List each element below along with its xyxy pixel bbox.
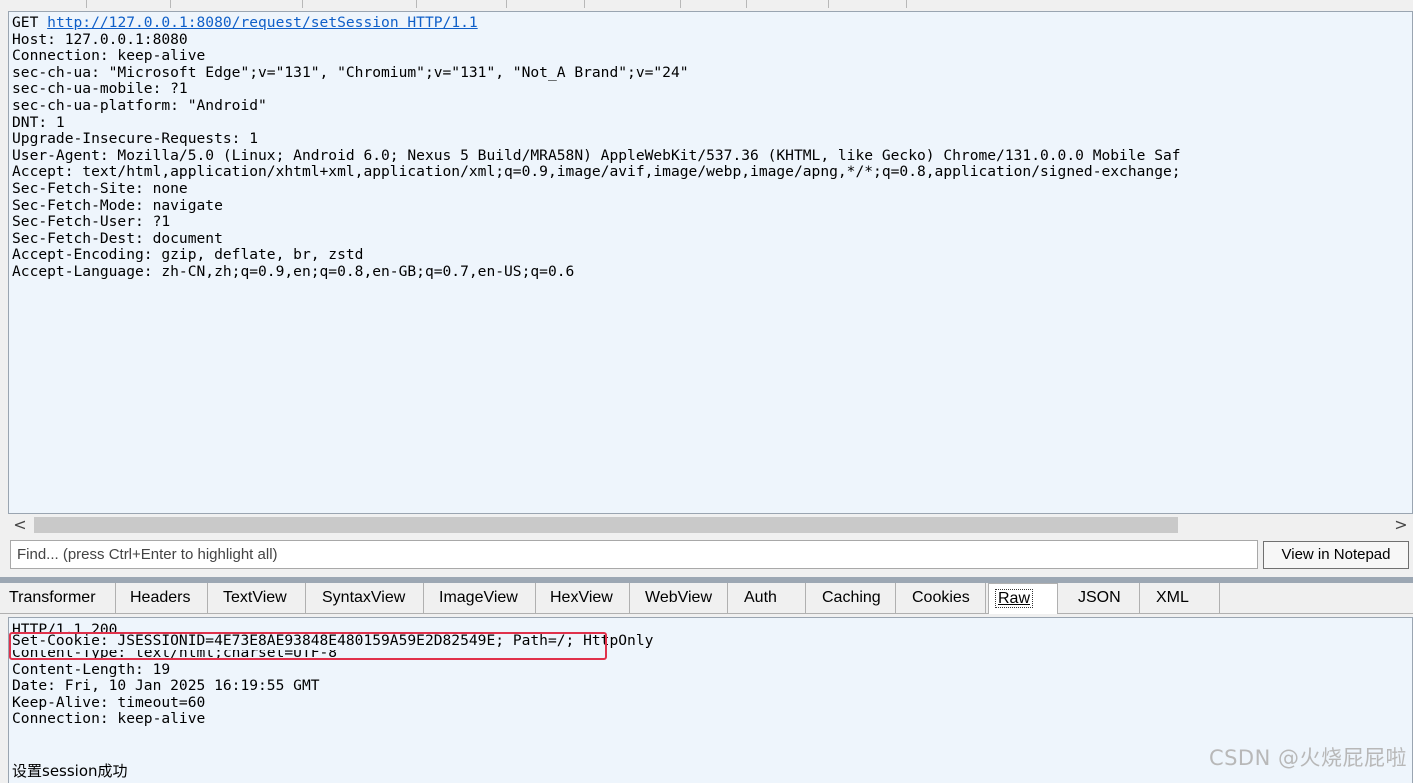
horizontal-scrollbar[interactable]: < > <box>8 514 1413 536</box>
top-tab-divider <box>170 0 171 8</box>
response-tab-bar: Transformer Headers TextView SyntaxView … <box>0 583 1413 614</box>
request-header-line: Sec-Fetch-Mode: navigate <box>12 196 223 214</box>
top-tab-divider <box>906 0 907 8</box>
request-header-line: Sec-Fetch-Site: none <box>12 179 188 197</box>
request-method: GET <box>12 14 39 31</box>
request-header-line: Accept-Encoding: gzip, deflate, br, zstd <box>12 246 364 264</box>
tab-imageview[interactable]: ImageView <box>424 583 536 613</box>
tab-cookies[interactable]: Cookies <box>896 583 986 613</box>
request-raw-pane[interactable]: GET http://127.0.0.1:8080/request/setSes… <box>8 11 1413 514</box>
top-tab-divider <box>302 0 303 8</box>
request-header-line: sec-ch-ua-mobile: ?1 <box>12 80 188 98</box>
request-header-line: Host: 127.0.0.1:8080 <box>12 30 188 48</box>
top-tab-divider <box>828 0 829 8</box>
tab-caching[interactable]: Caching <box>806 583 896 613</box>
tab-raw[interactable]: Raw <box>988 583 1058 614</box>
top-tab-divider <box>86 0 87 8</box>
tab-json[interactable]: JSON <box>1062 583 1140 613</box>
tab-webview[interactable]: WebView <box>630 583 728 613</box>
response-header-line: Content-Length: 19 <box>12 660 171 678</box>
request-header-line: Upgrade-Insecure-Requests: 1 <box>12 130 259 148</box>
scroll-thumb[interactable] <box>34 517 1178 533</box>
request-header-line: Accept-Language: zh-CN,zh;q=0.9,en;q=0.8… <box>12 262 575 280</box>
find-input[interactable] <box>10 540 1258 569</box>
top-tab-divider <box>680 0 681 8</box>
request-header-line: DNT: 1 <box>12 113 65 131</box>
tab-auth[interactable]: Auth <box>728 583 806 613</box>
top-tab-divider <box>746 0 747 8</box>
watermark: CSDN @火烧屁屁啦 <box>1208 746 1407 770</box>
request-header-line: Connection: keep-alive <box>12 47 206 65</box>
top-tab-divider <box>584 0 585 8</box>
scroll-right-arrow-icon[interactable]: > <box>1391 516 1411 534</box>
tab-xml[interactable]: XML <box>1140 583 1220 613</box>
view-in-notepad-button[interactable]: View in Notepad <box>1263 541 1409 569</box>
top-tab-divider <box>416 0 417 8</box>
response-body-text: 设置session成功 <box>12 762 128 780</box>
request-header-line: sec-ch-ua-platform: "Android" <box>12 96 267 114</box>
top-tab-strip <box>0 0 1413 10</box>
tab-hexview[interactable]: HexView <box>536 583 630 613</box>
request-header-line: Sec-Fetch-Dest: document <box>12 229 223 247</box>
request-headers: Host: 127.0.0.1:8080 Connection: keep-al… <box>12 31 1181 280</box>
request-raw-text[interactable]: GET http://127.0.0.1:8080/request/setSes… <box>9 12 1412 281</box>
top-tab-divider <box>506 0 507 8</box>
request-header-line: sec-ch-ua: "Microsoft Edge";v="131", "Ch… <box>12 63 689 81</box>
request-url-link[interactable]: http://127.0.0.1:8080/request/setSession… <box>47 14 478 31</box>
tab-syntaxview[interactable]: SyntaxView <box>306 583 424 613</box>
request-header-line: Sec-Fetch-User: ?1 <box>12 213 171 231</box>
request-header-line: User-Agent: Mozilla/5.0 (Linux; Android … <box>12 146 1181 164</box>
response-header-line: Connection: keep-alive <box>12 710 206 728</box>
tab-textview[interactable]: TextView <box>208 583 306 613</box>
tab-transformer[interactable]: Transformer <box>0 583 116 613</box>
tab-headers[interactable]: Headers <box>116 583 208 613</box>
request-header-line: Accept: text/html,application/xhtml+xml,… <box>12 163 1181 181</box>
response-header-line: Keep-Alive: timeout=60 <box>12 693 206 711</box>
response-header-line: Date: Fri, 10 Jan 2025 16:19:55 GMT <box>12 677 320 695</box>
scroll-left-arrow-icon[interactable]: < <box>10 516 30 534</box>
set-cookie-highlight-box <box>9 632 607 660</box>
